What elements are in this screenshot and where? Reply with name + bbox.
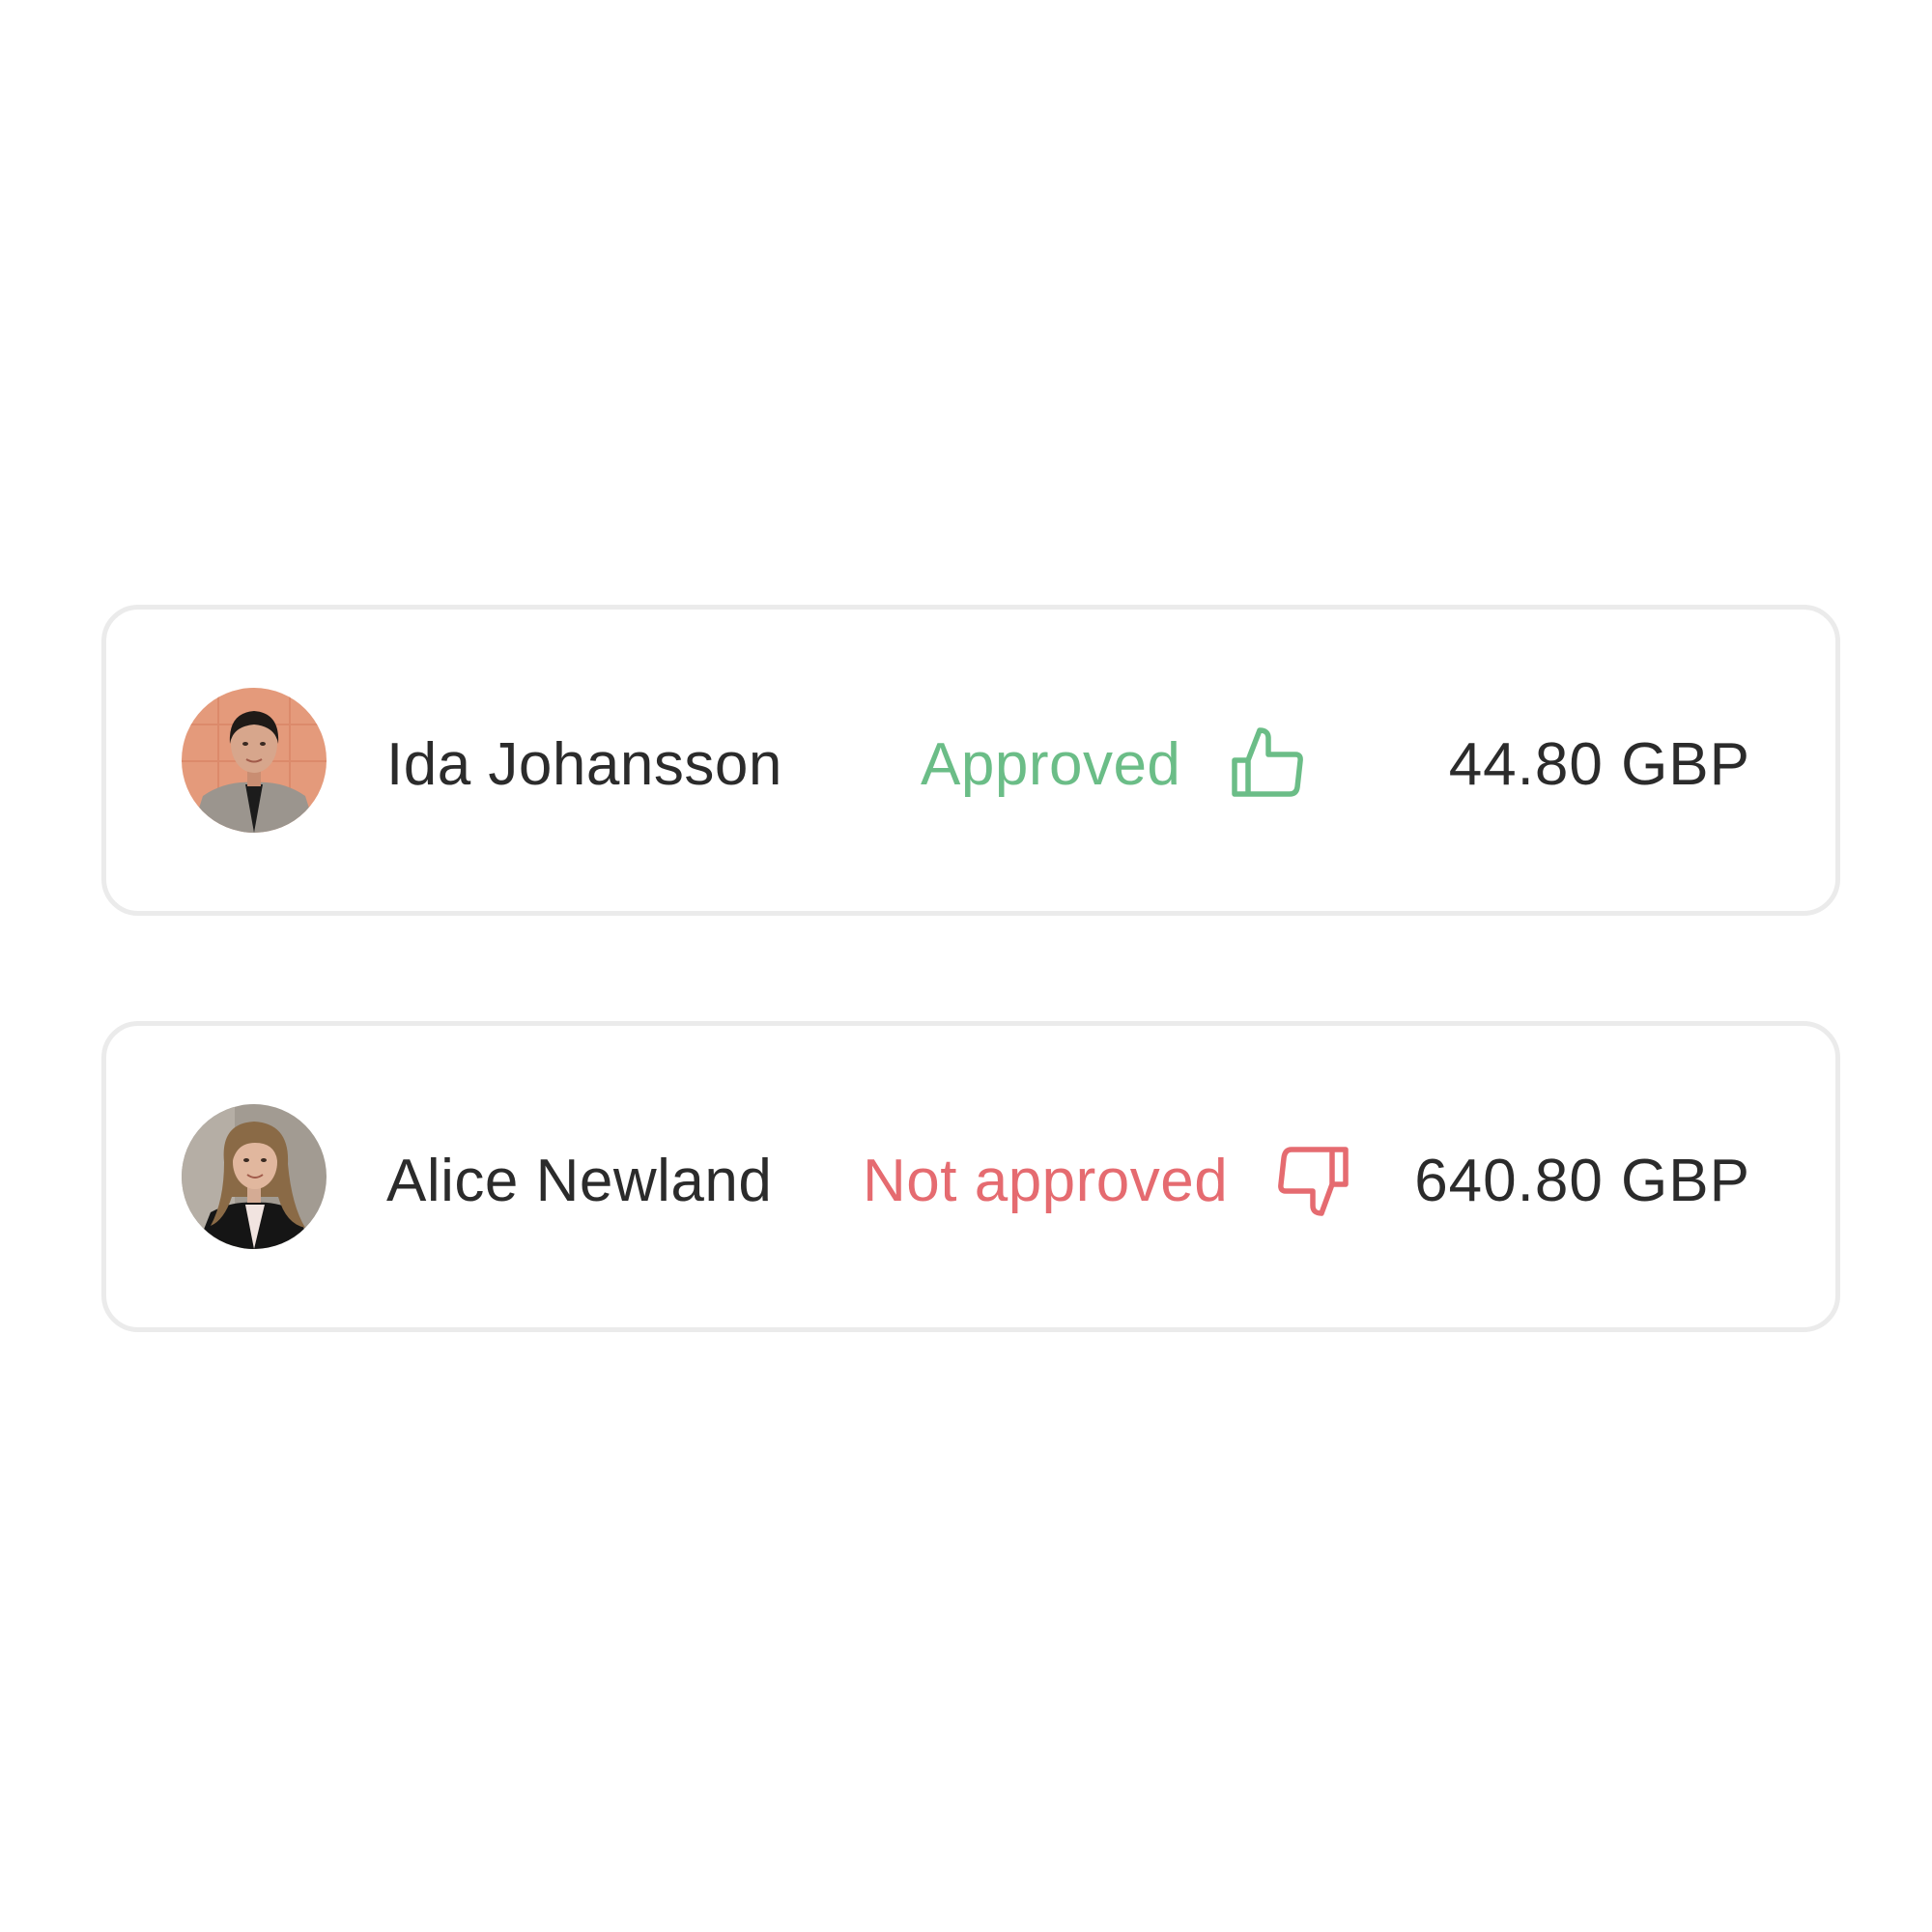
status-label: Not approved xyxy=(863,1148,1229,1214)
expense-row[interactable]: Ida Johansson Approved 44.80 GBP xyxy=(101,605,1840,916)
expense-row[interactable]: Alice Newland Not approved 640.80 GBP xyxy=(101,1021,1840,1332)
status-label: Approved xyxy=(921,731,1181,798)
avatar xyxy=(182,688,327,833)
avatar xyxy=(182,1104,327,1249)
thumbs-down-icon xyxy=(1275,1144,1350,1219)
amount: 44.80 GBP xyxy=(1448,731,1750,798)
amount: 640.80 GBP xyxy=(1414,1148,1750,1214)
thumbs-up-icon xyxy=(1230,725,1305,801)
employee-name: Alice Newland xyxy=(386,1148,773,1214)
employee-name: Ida Johansson xyxy=(386,731,782,798)
